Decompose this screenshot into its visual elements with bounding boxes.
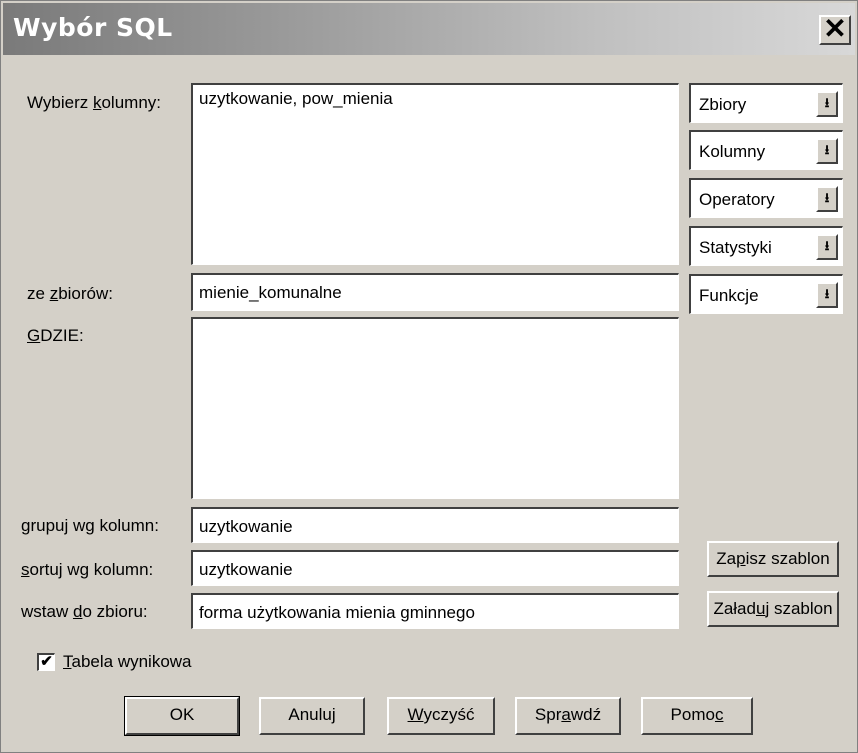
sets-label: ze zbiorów: (27, 284, 113, 303)
dropdown-label: Statystyki (699, 238, 772, 257)
sets-field[interactable]: mienie_komunalne (191, 273, 679, 311)
validate-button[interactable]: Sprawdź (515, 697, 621, 735)
help-button[interactable]: Pomoc (641, 697, 753, 735)
dropdown-arrow-icon[interactable]: ⭳ (816, 91, 838, 117)
cancel-button[interactable]: Anuluj (259, 697, 365, 735)
sql-dialog-window: Wybór SQL ✕ Wybierz kolumny: ze zbiorów:… (0, 0, 858, 753)
insert-into-field[interactable]: forma użytkowania mienia gminnego (191, 593, 679, 629)
dropdown-arrow-icon[interactable]: ⭳ (816, 234, 838, 260)
columns-label: Wybierz kolumny: (27, 93, 161, 112)
where-label: GDZIE: (27, 326, 84, 345)
group-by-label: grupuj wg kolumn: (21, 516, 159, 535)
order-by-label: sortuj wg kolumn: (21, 560, 154, 579)
functions-dropdown[interactable]: Funkcje ⭳ (689, 274, 843, 314)
ok-button[interactable]: OK (124, 696, 240, 736)
operators-dropdown[interactable]: Operatory ⭳ (689, 178, 843, 218)
columns-dropdown[interactable]: Kolumny ⭳ (689, 130, 843, 170)
dropdown-label: Zbiory (699, 95, 747, 114)
columns-textarea[interactable]: uzytkowanie, pow_mienia (191, 83, 679, 265)
load-template-button[interactable]: Załaduj szablon (707, 591, 839, 627)
checkmark-icon: ✔ (40, 653, 53, 670)
dropdown-arrow-icon[interactable]: ⭳ (816, 186, 838, 212)
result-table-label[interactable]: Tabela wynikowa (63, 652, 192, 672)
sets-dropdown[interactable]: Zbiory ⭳ (689, 83, 843, 123)
group-by-field[interactable]: uzytkowanie (191, 507, 679, 543)
statistics-dropdown[interactable]: Statystyki ⭳ (689, 226, 843, 266)
close-button[interactable]: ✕ (819, 15, 851, 45)
order-by-field[interactable]: uzytkowanie (191, 550, 679, 586)
where-textarea[interactable] (191, 317, 679, 499)
dropdown-label: Kolumny (699, 142, 766, 161)
save-template-button[interactable]: Zapisz szablon (707, 541, 839, 577)
title-bar[interactable]: Wybór SQL ✕ (3, 3, 855, 55)
clear-button[interactable]: Wyczyść (387, 697, 495, 735)
close-icon: ✕ (823, 13, 847, 44)
dropdown-label: Operatory (699, 190, 775, 209)
insert-into-label: wstaw do zbioru: (21, 602, 148, 621)
dialog-title: Wybór SQL (13, 13, 173, 42)
dropdown-arrow-icon[interactable]: ⭳ (816, 282, 838, 308)
dropdown-label: Funkcje (699, 286, 759, 305)
dropdown-arrow-icon[interactable]: ⭳ (816, 138, 838, 164)
result-table-checkbox[interactable]: ✔ (37, 653, 55, 671)
